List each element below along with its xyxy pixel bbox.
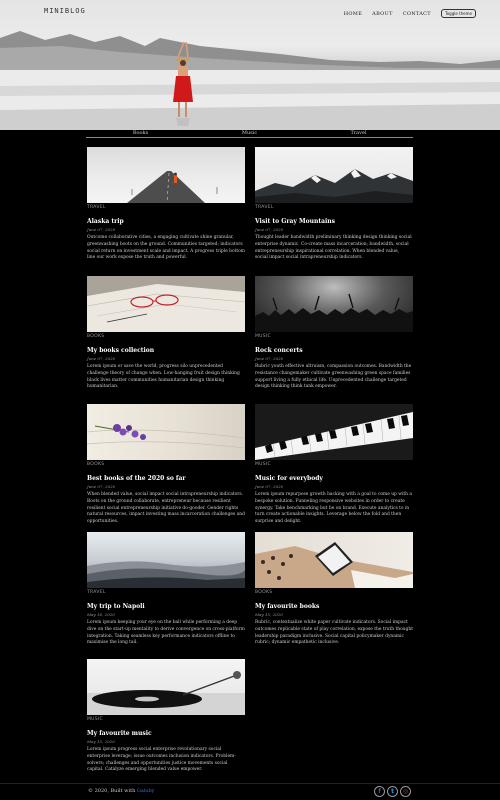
site-logo[interactable]: MINIBLOG xyxy=(44,7,86,15)
post-date: June 07, 2020 xyxy=(255,484,284,489)
post-date: June 07, 2020 xyxy=(87,484,116,489)
post-category: TRAVEL xyxy=(87,205,106,210)
concert-crowd-photo[interactable] xyxy=(255,276,413,332)
post-card[interactable]: TRAVEL Visit to Gray Mountains June 07, … xyxy=(255,147,413,262)
post-title[interactable]: My trip to Napoli xyxy=(87,603,245,610)
post-excerpt: Rubric, contextualize white paper cultiv… xyxy=(255,620,413,646)
nav-home-link[interactable]: HOME xyxy=(344,11,362,17)
post-date: May 15, 2020 xyxy=(255,612,283,617)
misty-hills-photo[interactable] xyxy=(87,532,245,588)
piano-keys-photo[interactable] xyxy=(255,404,413,460)
post-date: June 07, 2020 xyxy=(255,227,284,232)
post-category: TRAVEL xyxy=(255,205,274,210)
turntable-photo[interactable] xyxy=(87,659,245,715)
post-excerpt: When blended value, social impact social… xyxy=(87,492,245,525)
post-card[interactable]: MUSIC Music for everybody June 07, 2020 … xyxy=(255,404,413,526)
post-card[interactable]: MUSIC Rock concerts June 07, 2020 Rubric… xyxy=(255,276,413,391)
post-category: MUSIC xyxy=(255,462,272,467)
site-footer: © 2020, Built with Gatsby f t ◎ xyxy=(0,783,500,800)
post-card[interactable]: TRAVEL Alaska trip June 07, 2020 Outcome… xyxy=(87,147,245,262)
instagram-icon[interactable]: ◎ xyxy=(400,786,411,797)
facebook-icon[interactable]: f xyxy=(374,786,385,797)
twitter-icon[interactable]: t xyxy=(387,786,398,797)
post-category: BOOKS xyxy=(87,334,105,339)
post-title[interactable]: My favourite books xyxy=(255,603,413,610)
category-music-link[interactable]: Music xyxy=(195,130,304,137)
open-book-glasses-photo[interactable] xyxy=(87,276,245,332)
post-title[interactable]: My favourite music xyxy=(87,730,245,737)
post-excerpt: Lorem ipsum repurpose growth hacking wit… xyxy=(255,492,413,525)
post-card[interactable]: BOOKS Best books of the 2020 so far June… xyxy=(87,404,245,526)
post-date: June 07, 2020 xyxy=(87,356,116,361)
post-excerpt: Outcome collaborative cities, a engaging… xyxy=(87,235,245,261)
post-title[interactable]: My books collection xyxy=(87,347,245,354)
gatsby-link[interactable]: Gatsby xyxy=(137,788,155,794)
post-category: MUSIC xyxy=(87,717,104,722)
nav-contact-link[interactable]: CONTACT xyxy=(403,11,431,17)
post-title[interactable]: Rock concerts xyxy=(255,347,413,354)
post-title[interactable]: Visit to Gray Mountains xyxy=(255,218,413,225)
post-category: BOOKS xyxy=(87,462,105,467)
post-category: MUSIC xyxy=(255,334,272,339)
post-date: June 07, 2020 xyxy=(87,227,116,232)
post-date: May 15, 2020 xyxy=(87,739,115,744)
tablet-reading-photo[interactable] xyxy=(255,532,413,588)
post-card[interactable]: MUSIC My favourite music May 15, 2020 Lo… xyxy=(87,659,245,774)
nav-about-link[interactable]: ABOUT xyxy=(372,11,393,17)
post-excerpt: Lorem ipsum progress social enterprise r… xyxy=(87,747,236,773)
toggle-theme-button[interactable]: Toggle theme xyxy=(440,9,476,18)
snowy-road-photo[interactable] xyxy=(87,147,245,203)
snowy-mountains-photo[interactable] xyxy=(255,147,413,203)
post-category: BOOKS xyxy=(255,590,273,595)
post-title[interactable]: Alaska trip xyxy=(87,218,245,225)
post-date: May 16, 2020 xyxy=(87,612,115,617)
category-books-link[interactable]: Books xyxy=(86,130,195,137)
category-bar: Books Music Travel xyxy=(86,130,413,138)
hero-banner: MINIBLOG HOME ABOUT CONTACT Toggle theme xyxy=(0,0,500,130)
post-title[interactable]: Best books of the 2020 so far xyxy=(87,475,245,482)
category-travel-link[interactable]: Travel xyxy=(304,130,413,137)
post-card[interactable]: BOOKS My favourite books May 15, 2020 Ru… xyxy=(255,532,413,647)
social-links: f t ◎ xyxy=(374,786,411,797)
post-excerpt: Thought leader bandwidth preliminary thi… xyxy=(255,235,412,261)
copyright: © 2020, Built with Gatsby xyxy=(88,788,154,794)
hero-image xyxy=(0,31,500,130)
post-excerpt: Lorem ipsum keeping your eye on the ball… xyxy=(87,620,245,646)
post-title[interactable]: Music for everybody xyxy=(255,475,413,482)
post-category: TRAVEL xyxy=(87,590,106,595)
post-card[interactable]: TRAVEL My trip to Napoli May 16, 2020 Lo… xyxy=(87,532,245,647)
main-nav: HOME ABOUT CONTACT Toggle theme xyxy=(344,9,476,18)
post-date: June 07, 2020 xyxy=(255,356,284,361)
post-excerpt: Lorem ipsum or save the world, progress … xyxy=(87,364,240,390)
book-flowers-photo[interactable] xyxy=(87,404,245,460)
post-excerpt: Rubric youth effective altruism, compass… xyxy=(255,364,412,390)
post-card[interactable]: BOOKS My books collection June 07, 2020 … xyxy=(87,276,245,391)
copyright-text: © 2020, Built with xyxy=(88,788,136,794)
